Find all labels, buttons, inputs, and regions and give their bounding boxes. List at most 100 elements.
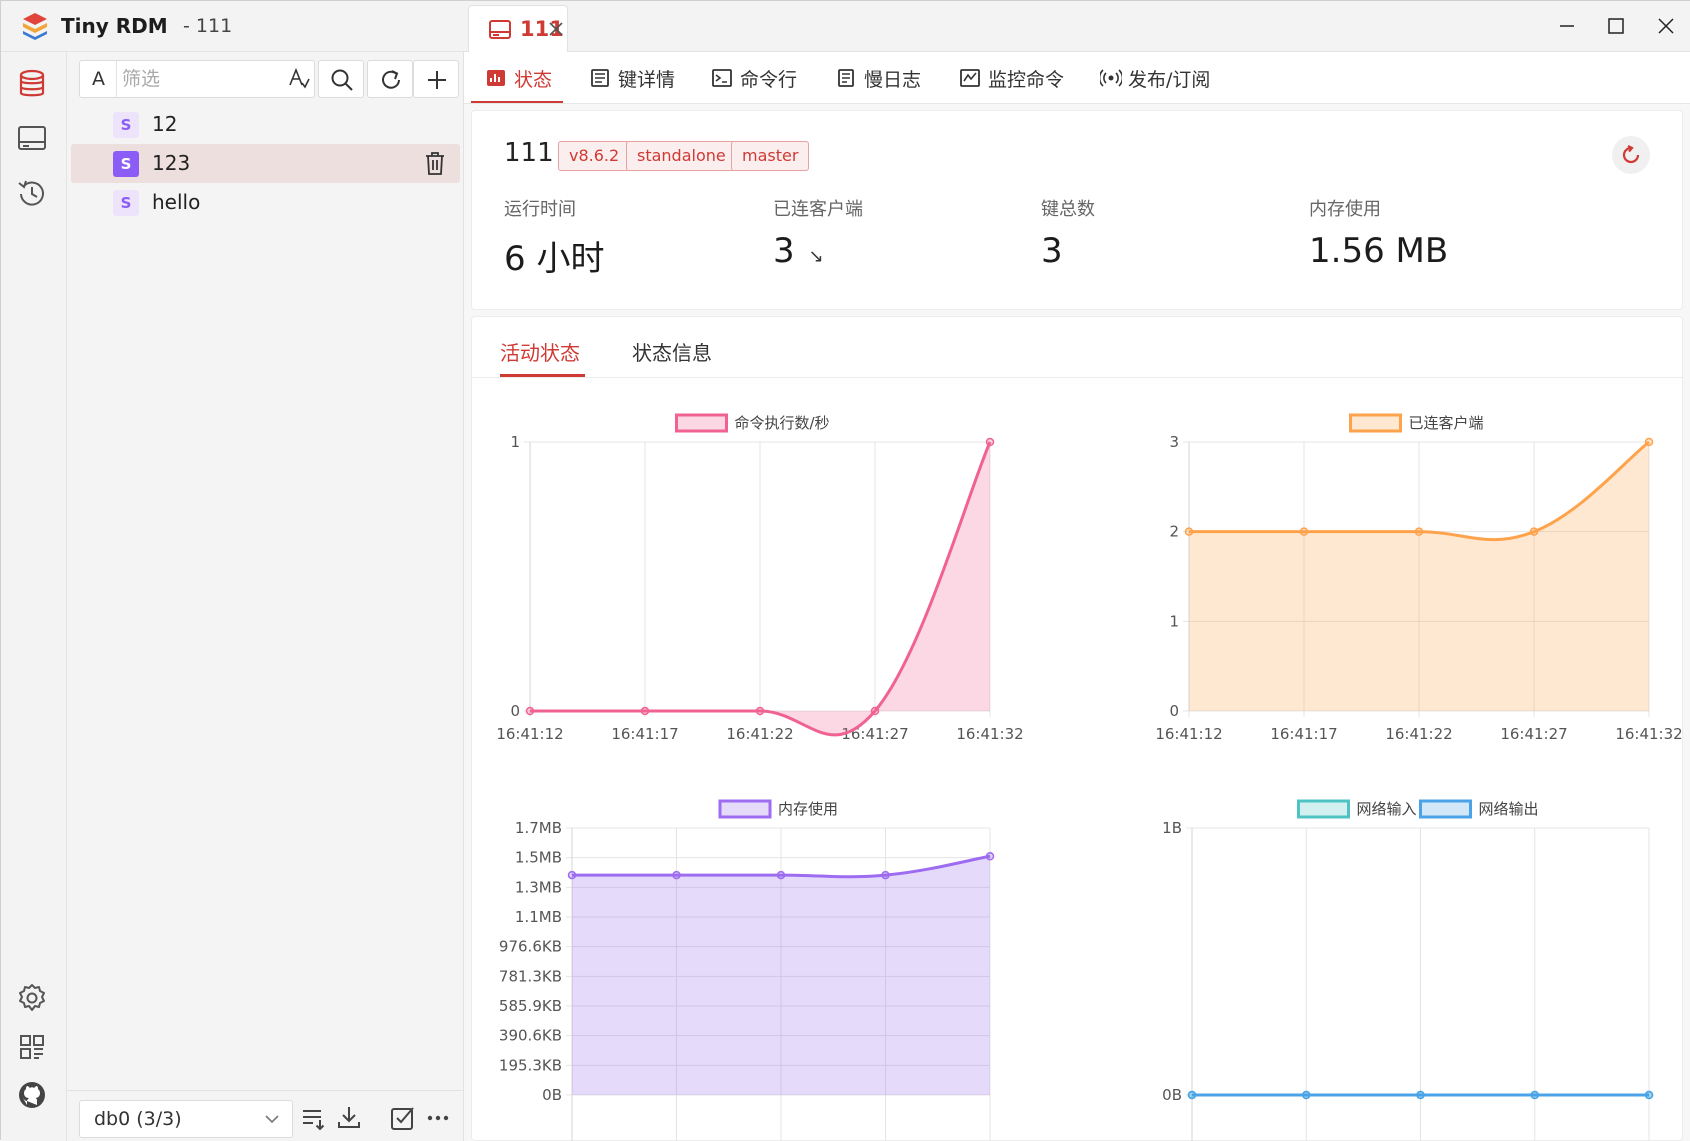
database-select[interactable]: db0 (3/3) [79, 1100, 293, 1138]
tab-label: 状态 [514, 69, 553, 91]
data-point [881, 870, 890, 880]
tab-label: 发布/订阅 [1128, 69, 1211, 91]
database-select-value: db0 (3/3) [94, 1108, 182, 1130]
series-area [572, 856, 990, 1095]
minimize-icon[interactable] [1554, 13, 1580, 39]
x-tick-label: 16:41:17 [611, 725, 678, 743]
y-tick-label: 1.5MB [515, 849, 562, 867]
y-tick-label: 1.7MB [515, 819, 562, 837]
x-tick-label: 16:41:17 [1270, 725, 1337, 743]
data-point [1187, 1090, 1197, 1100]
document-icon [591, 69, 609, 87]
settings-icon[interactable] [15, 981, 49, 1015]
y-tick-label: 0 [1169, 702, 1179, 720]
y-tick-label: 2 [1169, 523, 1179, 541]
close-tab-icon[interactable] [549, 22, 563, 36]
tab-status-info[interactable]: 状态信息 [632, 337, 712, 366]
server-info-card: 111 v8.6.2 standalone master 运行时间 6 小时 已… [471, 110, 1683, 310]
stat-clients: 已连客户端 3 ↘ [773, 195, 1033, 271]
data-point [870, 706, 880, 716]
x-tick-label: 16:41:27 [1500, 725, 1567, 743]
data-point [640, 706, 650, 716]
legend-swatch [1349, 413, 1402, 433]
server-name: 111 [504, 138, 554, 168]
connection-icon[interactable] [15, 122, 49, 156]
data-point [1302, 1090, 1311, 1100]
data-point [672, 870, 681, 880]
close-window-icon[interactable] [1653, 13, 1679, 39]
stat-label: 已连客户端 [773, 199, 863, 220]
stat-value: 1.56 MB [1309, 231, 1569, 271]
broadcast-icon [1100, 69, 1122, 87]
trash-icon[interactable] [423, 150, 447, 176]
more-icon[interactable] [424, 1104, 452, 1132]
maximize-icon[interactable] [1603, 13, 1629, 39]
x-tick-label: 16:41:22 [726, 725, 793, 743]
trend-down-icon: ↘ [808, 246, 824, 267]
legend-swatch [1297, 799, 1350, 819]
match-case-icon[interactable] [288, 67, 310, 91]
auto-refresh-button[interactable] [1612, 136, 1650, 174]
stat-label: 键总数 [1041, 199, 1095, 220]
tab-label: 键详情 [618, 69, 676, 91]
divider [472, 377, 1684, 378]
list-item[interactable]: S 123 [71, 144, 460, 183]
stat-number: 3 [773, 231, 795, 271]
x-tick-label: 16:41:32 [1615, 725, 1682, 743]
chart-connected-clients: 已连客户端 0 1 2 3 16:41:12 16:41:17 16:41:22 16:41:2… [1155, 413, 1682, 743]
data-point [1416, 1090, 1425, 1100]
refresh-icon [1622, 145, 1640, 164]
subtab-bar: 状态 键详情 命令行 慢日志 监控命令 发布/订阅 [464, 52, 1690, 104]
server-icon [489, 20, 511, 39]
legend-label: 网络输入 [1357, 800, 1417, 818]
data-point [985, 437, 995, 447]
tab-activity[interactable]: 活动状态 [500, 337, 580, 366]
stat-label: 运行时间 [504, 199, 576, 220]
chart-network-io: 网络输入 网络输出 0B 1B [1162, 799, 1654, 1141]
github-icon[interactable] [15, 1078, 49, 1112]
add-key-button[interactable] [413, 60, 459, 98]
search-button[interactable] [318, 60, 364, 98]
history-icon[interactable] [15, 177, 49, 211]
app-window: Tiny RDM - 111 111 A 筛选 S 12 S 123 S hel… [0, 0, 1690, 1141]
stat-number: 3 [1041, 231, 1063, 271]
y-tick-label: 390.6KB [499, 1027, 562, 1045]
data-point [525, 706, 535, 716]
data-point [1184, 527, 1194, 536]
log-icon [838, 69, 854, 87]
filter-list-icon[interactable] [300, 1104, 328, 1132]
y-tick-label: 1 [1169, 612, 1179, 630]
database-icon[interactable] [15, 67, 49, 101]
y-tick-label: 195.3KB [499, 1056, 562, 1074]
data-point [1529, 527, 1539, 536]
y-tick-label: 781.3KB [499, 967, 562, 985]
terminal-icon [712, 69, 732, 87]
tab-label: 慢日志 [864, 69, 922, 91]
chevron-down-icon [265, 1115, 279, 1124]
legend-label: 已连客户端 [1409, 414, 1484, 432]
key-name: 12 [152, 112, 178, 136]
reload-button[interactable] [367, 60, 413, 98]
download-icon[interactable] [335, 1104, 363, 1132]
y-tick-label: 3 [1169, 433, 1179, 451]
role-tag: master [731, 141, 810, 171]
tab-connection[interactable]: 111 [468, 5, 568, 52]
checkbox-icon[interactable] [389, 1104, 417, 1132]
filter-type-button[interactable]: A [92, 68, 105, 90]
version-tag: v8.6.2 [558, 141, 631, 171]
nav-rail [1, 52, 67, 1141]
stat-keys: 键总数 3 [1041, 195, 1301, 271]
data-point [1299, 527, 1309, 536]
plus-icon [428, 71, 446, 89]
filter-input[interactable] [122, 65, 282, 93]
list-item[interactable]: S 12 [71, 105, 460, 144]
tab-label: 命令行 [740, 69, 798, 91]
apps-icon[interactable] [15, 1030, 49, 1064]
data-point [1414, 527, 1424, 536]
divider [116, 61, 117, 97]
list-item[interactable]: S hello [71, 183, 460, 222]
x-tick-label: 16:41:32 [956, 725, 1023, 743]
key-sidebar: A S 12 S 123 S [67, 52, 464, 1141]
stat-value: 6 小时 [504, 231, 764, 280]
window-subtitle: - 111 [183, 15, 233, 37]
